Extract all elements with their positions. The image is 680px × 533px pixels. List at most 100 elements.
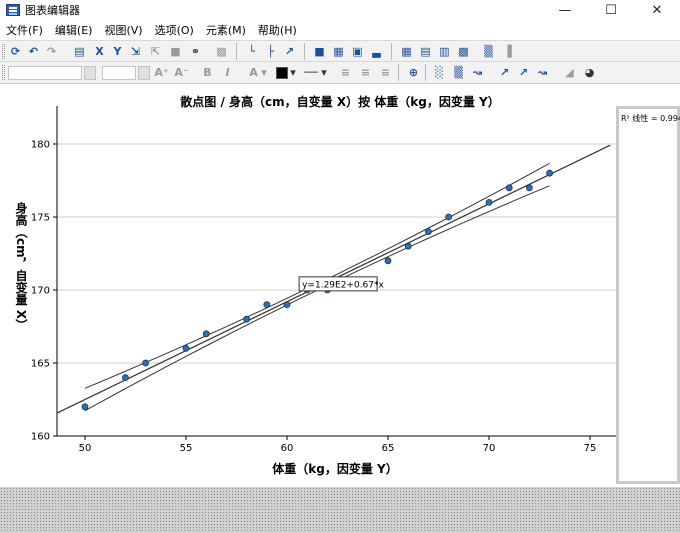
y-tick-label: 170 bbox=[31, 286, 50, 297]
data-point bbox=[505, 184, 513, 192]
y-tick-label: 160 bbox=[31, 432, 50, 443]
close-button[interactable]: ✕ bbox=[634, 0, 680, 20]
show-data-labels-icon[interactable]: ▒ bbox=[481, 44, 496, 59]
increase-font-icon[interactable]: A⁺ bbox=[154, 65, 169, 80]
pie-explode-icon[interactable]: ◕ bbox=[582, 65, 597, 80]
area-chart-icon[interactable]: ◢ bbox=[562, 65, 577, 80]
select-x-axis-icon[interactable]: X bbox=[92, 44, 107, 59]
data-point bbox=[384, 257, 392, 265]
editor-background bbox=[0, 487, 680, 533]
fit-line-total-icon[interactable]: ↗ bbox=[497, 65, 512, 80]
refresh-icon[interactable]: ⟳ bbox=[8, 44, 23, 59]
lasso-icon[interactable]: ⚭ bbox=[188, 44, 203, 59]
add-fit-line-icon[interactable]: ↗ bbox=[282, 44, 297, 59]
data-point bbox=[283, 301, 291, 309]
maximize-button[interactable]: ☐ bbox=[588, 0, 634, 20]
data-point bbox=[445, 213, 453, 221]
legend-panel[interactable]: R² 线性 = 0.994 bbox=[616, 106, 680, 484]
y-tick-label: 180 bbox=[31, 140, 50, 151]
add-textbox-icon[interactable]: ▣ bbox=[350, 44, 365, 59]
scatter-plot[interactable]: 160 165 170 175 180 50 55 60 65 70 75 y=1.29E2+0.67… bbox=[0, 84, 680, 487]
y-tick-label: 165 bbox=[31, 359, 50, 370]
line-chart-icon[interactable]: ↝ bbox=[470, 65, 485, 80]
interpolation-icon[interactable]: ↝ bbox=[535, 65, 550, 80]
redo-icon[interactable]: ↷ bbox=[44, 44, 59, 59]
x-tick-label: 75 bbox=[584, 443, 597, 454]
data-point bbox=[404, 242, 412, 250]
data-point bbox=[485, 199, 493, 206]
align-left-icon[interactable]: ≡ bbox=[338, 65, 353, 80]
x-tick-label: 50 bbox=[79, 443, 92, 454]
r-squared-legend: R² 线性 = 0.994 bbox=[621, 114, 680, 123]
bold-button[interactable]: B bbox=[200, 65, 215, 80]
line-style-icon[interactable]: ── bbox=[302, 65, 320, 80]
bar-options-icon[interactable]: ▐ bbox=[500, 44, 515, 59]
menu-file[interactable]: 文件(F) bbox=[0, 22, 49, 38]
font-size-dropdown[interactable] bbox=[138, 66, 150, 80]
align-right-icon[interactable]: ≡ bbox=[378, 65, 393, 80]
chevron-down-icon[interactable]: ▾ bbox=[320, 65, 328, 80]
italic-button[interactable]: I bbox=[220, 65, 235, 80]
confidence-band-upper bbox=[84, 162, 550, 389]
window-controls: — ☐ ✕ bbox=[542, 0, 680, 20]
x-tick-label: 60 bbox=[281, 443, 294, 454]
fit-line-subgroup-icon[interactable]: ↗ bbox=[516, 65, 531, 80]
show-grid-icon[interactable]: ▦ bbox=[399, 44, 414, 59]
toolbar-format: A⁺ A⁻ B I A ▾ ▾ ── ▾ ≡ ≡ ≡ ⊕ ░ ▒ ↝ ↗ ↗ ↝… bbox=[0, 62, 680, 84]
toolbar-grip-2[interactable] bbox=[2, 65, 5, 80]
font-family-dropdown[interactable] bbox=[84, 66, 96, 80]
toolbar-grip[interactable] bbox=[2, 44, 5, 59]
data-point bbox=[243, 315, 251, 323]
data-point bbox=[424, 228, 432, 236]
menu-view[interactable]: 视图(V) bbox=[98, 22, 148, 38]
menu-help[interactable]: 帮助(H) bbox=[252, 22, 303, 38]
add-footnote-icon[interactable]: ▃ bbox=[369, 44, 384, 59]
show-gridlines-icon[interactable]: ▤ bbox=[418, 44, 433, 59]
fill-frame-icon[interactable]: ■ bbox=[168, 44, 183, 59]
x-tick-label: 55 bbox=[180, 443, 193, 454]
decrease-font-icon[interactable]: A⁻ bbox=[174, 65, 189, 80]
scale-icon[interactable]: ⇲ bbox=[128, 44, 143, 59]
bar-chart-icon[interactable]: ░ bbox=[432, 65, 447, 80]
show-derived-axis-icon[interactable]: ▥ bbox=[437, 44, 452, 59]
add-annotation-icon[interactable]: ▦ bbox=[331, 44, 346, 59]
menu-bar: 文件(F) 编辑(E) 视图(V) 选项(O) 元素(M) 帮助(H) bbox=[0, 20, 680, 40]
fill-color-swatch[interactable] bbox=[276, 67, 288, 79]
data-point bbox=[122, 374, 129, 382]
data-point bbox=[202, 330, 210, 338]
confidence-band-lower bbox=[84, 185, 550, 412]
add-title-icon[interactable]: ■ bbox=[312, 44, 327, 59]
comment-icon[interactable]: ▩ bbox=[214, 44, 229, 59]
font-color-button[interactable]: A bbox=[246, 65, 261, 80]
chart-editor-app-icon bbox=[6, 4, 20, 16]
stacked-bar-icon[interactable]: ▒ bbox=[451, 65, 466, 80]
y-tick-label: 175 bbox=[31, 213, 50, 224]
menu-edit[interactable]: 编辑(E) bbox=[49, 22, 99, 38]
chart-canvas[interactable]: 散点图 / 身高（cm，自变量 X）按 体重（kg，因变量 Y） 身高（cm，自… bbox=[0, 84, 680, 487]
undo-icon[interactable]: ↶ bbox=[26, 44, 41, 59]
select-y-axis-icon[interactable]: Y bbox=[110, 44, 125, 59]
show-legend-icon[interactable]: ▩ bbox=[456, 44, 471, 59]
add-reference-y-icon[interactable]: ├ bbox=[263, 44, 278, 59]
chevron-down-icon[interactable]: ▾ bbox=[260, 65, 268, 80]
font-family-select[interactable] bbox=[8, 66, 82, 80]
data-point bbox=[526, 184, 533, 192]
properties-icon[interactable]: ▤ bbox=[72, 44, 87, 59]
align-center-icon[interactable]: ≡ bbox=[358, 65, 373, 80]
font-size-select[interactable] bbox=[102, 66, 136, 80]
markers-icon[interactable]: ⊕ bbox=[406, 65, 421, 80]
data-point bbox=[182, 344, 190, 352]
rescale-icon[interactable]: ⇱ bbox=[148, 44, 163, 59]
fit-equation-label: y=1.29E2+0.67*x bbox=[302, 280, 384, 290]
x-tick-label: 65 bbox=[382, 443, 395, 454]
chevron-down-icon[interactable]: ▾ bbox=[289, 65, 297, 80]
data-point bbox=[263, 301, 271, 309]
data-point bbox=[81, 403, 89, 411]
menu-options[interactable]: 选项(O) bbox=[149, 22, 200, 38]
data-point bbox=[142, 359, 150, 367]
minimize-button[interactable]: — bbox=[542, 0, 588, 20]
menu-elements[interactable]: 元素(M) bbox=[200, 22, 252, 38]
add-reference-x-icon[interactable]: └ bbox=[244, 44, 259, 59]
toolbar-main: ⟳ ↶ ↷ ▤ X Y ⇲ ⇱ ■ ⚭ ▩ └ ├ ↗ ■ ▦ ▣ ▃ ▦ ▤ … bbox=[0, 40, 680, 62]
window-title: 图表编辑器 bbox=[25, 4, 80, 17]
